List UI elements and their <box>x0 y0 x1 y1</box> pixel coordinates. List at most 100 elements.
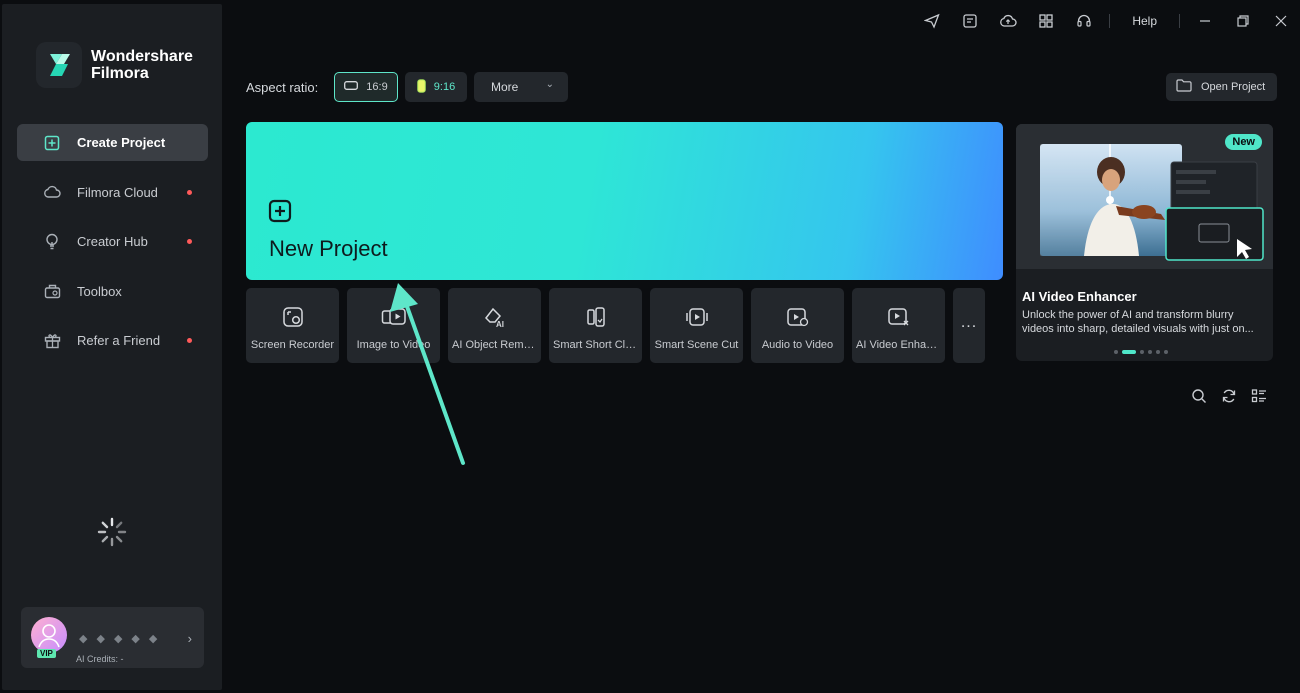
pager-dot-active[interactable] <box>1122 350 1136 354</box>
apps-grid-icon[interactable] <box>1027 8 1065 34</box>
tool-screen-recorder[interactable]: Screen Recorder <box>246 288 339 363</box>
project-list-tools <box>1191 388 1267 409</box>
new-project-title: New Project <box>269 236 388 261</box>
audio-to-video-icon <box>786 306 810 333</box>
pager-dot[interactable] <box>1164 350 1168 354</box>
tool-label: Smart Short Clips <box>553 339 638 351</box>
minimize-icon[interactable] <box>1186 8 1224 34</box>
smart-scene-cut-icon <box>685 306 709 333</box>
benefit-icon: ◆ <box>131 633 140 645</box>
aspect-9-16-button[interactable]: 9:16 <box>405 72 467 102</box>
notification-dot <box>187 189 192 195</box>
promo-description: Unlock the power of AI and transform blu… <box>1022 309 1254 335</box>
aspect-16-9-button[interactable]: 16:9 <box>334 72 398 102</box>
benefit-icon: ◆ <box>79 633 88 645</box>
sidebar-item-label: Toolbox <box>77 283 122 299</box>
sidebar-nav: Create Project Filmora Cloud Creator Hub… <box>17 124 208 372</box>
more-dots-icon: ... <box>960 314 978 331</box>
new-badge: New <box>1225 134 1262 150</box>
divider <box>1109 14 1111 28</box>
ai-credits-label: AI Credits: - <box>76 654 124 664</box>
sidebar-item-label: Creator Hub <box>77 234 148 250</box>
aspect-option-label: 16:9 <box>366 81 388 93</box>
aspect-more-dropdown[interactable]: More ⌄ <box>474 72 568 102</box>
pager-dot[interactable] <box>1148 350 1152 354</box>
promo-card-ai-video-enhancer[interactable]: New AI Video Enhancer Unlock the power o… <box>1016 124 1273 361</box>
benefit-icon: ◆ <box>148 633 158 645</box>
send-feedback-icon[interactable] <box>913 8 951 34</box>
toolbox-icon <box>43 282 61 300</box>
pager-dot[interactable] <box>1114 350 1118 354</box>
sidebar-item-refer-a-friend[interactable]: Refer a Friend <box>17 322 208 359</box>
sidebar-item-label: Refer a Friend <box>77 333 161 349</box>
smart-short-clips-icon <box>585 306 607 333</box>
close-icon[interactable] <box>1262 8 1300 34</box>
tool-ai-video-enhancer[interactable]: AI Video Enhan... <box>852 288 945 363</box>
notes-icon[interactable] <box>951 8 989 34</box>
divider <box>1179 14 1180 28</box>
user-benefit-icons: ◆ ◆ ◆ ◆ ◆ <box>79 632 157 645</box>
sidebar-item-toolbox[interactable]: Toolbox <box>17 273 208 310</box>
tool-label: Screen Recorder <box>250 339 335 351</box>
bulb-icon <box>43 233 61 251</box>
sidebar-item-creator-hub[interactable]: Creator Hub <box>17 223 208 260</box>
image-to-video-icon <box>381 306 407 333</box>
promo-title: AI Video Enhancer <box>1022 289 1137 304</box>
tool-label: AI Object Remo... <box>452 339 537 351</box>
app-logo: Wondershare Filmora <box>36 42 193 88</box>
svg-text:AI: AI <box>496 320 504 328</box>
quick-tools: Screen Recorder Image to Video AI AI Obj… <box>246 288 985 363</box>
carousel-pager[interactable] <box>1114 350 1168 354</box>
tool-label: AI Video Enhan... <box>856 339 941 351</box>
plus-square-icon <box>43 134 61 152</box>
brand-line-2: Filmora <box>91 65 149 82</box>
sidebar-item-label: Create Project <box>77 135 166 150</box>
open-project-button[interactable]: Open Project <box>1166 73 1277 101</box>
list-view-icon[interactable] <box>1251 388 1267 409</box>
user-account-card[interactable]: VIP ◆ ◆ ◆ ◆ ◆ AI Credits: - › <box>21 607 204 668</box>
chevron-right-icon[interactable]: › <box>188 631 192 646</box>
tool-image-to-video[interactable]: Image to Video <box>347 288 440 363</box>
sidebar-item-label: Filmora Cloud <box>77 184 158 200</box>
avatar[interactable] <box>31 617 67 653</box>
benefit-icon: ◆ <box>113 633 123 645</box>
search-icon[interactable] <box>1191 388 1207 409</box>
tool-label: Smart Scene Cut <box>654 339 739 351</box>
cloud-icon <box>43 183 61 201</box>
open-project-label: Open Project <box>1201 81 1266 93</box>
cloud-upload-icon[interactable] <box>989 8 1027 34</box>
pager-dot[interactable] <box>1156 350 1160 354</box>
folder-icon <box>1176 79 1192 95</box>
landscape-ratio-icon <box>344 81 359 93</box>
brand-line-1: Wondershare <box>91 48 193 65</box>
gift-icon <box>43 332 61 350</box>
ai-video-enhancer-icon <box>887 306 911 333</box>
sidebar: Wondershare Filmora Create Project Filmo… <box>2 4 222 690</box>
tool-label: Audio to Video <box>761 339 834 351</box>
pager-dot[interactable] <box>1140 350 1144 354</box>
help-menu[interactable]: Help <box>1116 14 1173 28</box>
tool-ai-object-remover[interactable]: AI AI Object Remo... <box>448 288 541 363</box>
headset-support-icon[interactable] <box>1065 8 1103 34</box>
sidebar-item-create-project[interactable]: Create Project <box>17 124 208 161</box>
title-bar: Help <box>913 8 1300 34</box>
vip-badge: VIP <box>37 649 56 658</box>
dropdown-label: More <box>491 80 519 94</box>
promo-preview-image: New <box>1016 124 1273 269</box>
tool-smart-scene-cut[interactable]: Smart Scene Cut <box>650 288 743 363</box>
tool-smart-short-clips[interactable]: Smart Short Clips <box>549 288 642 363</box>
refresh-icon[interactable] <box>1221 388 1237 409</box>
loading-spinner-icon <box>96 516 128 548</box>
notification-dot <box>187 338 192 344</box>
more-tools-button[interactable]: ... <box>953 288 985 363</box>
ai-object-remover-icon: AI <box>483 306 507 333</box>
chevron-down-icon: ⌄ <box>545 79 554 90</box>
restore-icon[interactable] <box>1224 8 1262 34</box>
aspect-ratio-label: Aspect ratio: <box>246 80 319 95</box>
new-project-button[interactable]: New Project <box>246 122 1003 280</box>
tool-label: Image to Video <box>356 339 431 351</box>
sidebar-item-filmora-cloud[interactable]: Filmora Cloud <box>17 174 208 211</box>
tool-audio-to-video[interactable]: Audio to Video <box>751 288 844 363</box>
filmora-logo-icon <box>36 42 82 88</box>
plus-square-icon <box>268 199 292 228</box>
